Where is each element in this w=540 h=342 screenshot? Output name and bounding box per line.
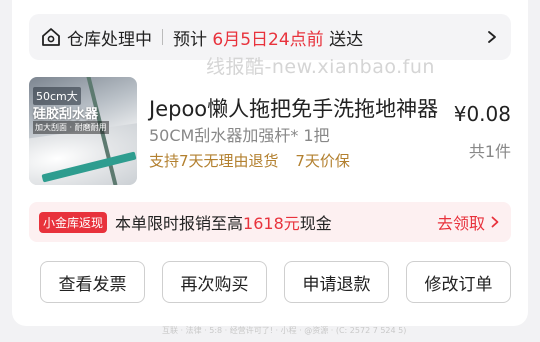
cashback-text-suffix: 现金	[299, 214, 332, 233]
delivery-eta: 预计 6月5日24点前 送达	[173, 25, 363, 50]
service-price-protection: 7天价保	[295, 152, 350, 170]
status-label: 仓库处理中	[67, 29, 152, 50]
product-price: ¥0.08	[453, 102, 511, 126]
chevron-right-icon	[491, 216, 499, 228]
service-return-policy: 支持7天无理由退货	[149, 152, 279, 170]
cashback-badge: 小金库返现	[39, 211, 108, 233]
product-image[interactable]: 50cm大 硅胶刮水器 加大刮面 · 耐磨耐用	[29, 77, 137, 185]
eta-suffix: 送达	[329, 29, 364, 50]
service-guarantees: 支持7天无理由退货 7天价保	[149, 150, 350, 171]
cashback-banner[interactable]: 小金库返现 本单限时报销至高1618元现金 去领取	[29, 202, 511, 242]
product-quantity: 共1件	[468, 142, 511, 161]
product-title[interactable]: Jepoo懒人拖把免手洗拖地神器	[149, 93, 438, 123]
request-refund-button[interactable]: 申请退款	[284, 261, 389, 303]
status-divider	[162, 29, 163, 45]
claim-label: 去领取	[436, 214, 485, 233]
view-invoice-button[interactable]: 查看发票	[40, 261, 145, 303]
cashback-amount: 1618元	[243, 214, 300, 233]
watermark: 线报酷-new.xianbao.fun	[206, 56, 435, 78]
modify-order-button[interactable]: 修改订单	[406, 261, 511, 303]
buy-again-button[interactable]: 再次购买	[162, 261, 267, 303]
chevron-right-icon	[488, 31, 496, 43]
cashback-text: 本单限时报销至高1618元现金	[115, 210, 332, 234]
product-image-tag: 加大刮面 · 耐磨耐用	[33, 121, 109, 134]
footer-note: 互联 · 法律 · 5:8 · 经营许可了! · 小程 · @资源 · (C: …	[162, 326, 407, 335]
cashback-text-prefix: 本单限时报销至高	[115, 214, 244, 233]
product-image-tag: 硅胶刮水器	[33, 107, 99, 122]
house-icon	[42, 28, 60, 46]
product-spec: 50CM刮水器加强杆* 1把	[149, 126, 330, 145]
claim-button[interactable]: 去领取	[437, 210, 501, 234]
eta-date: 6月5日24点前	[212, 29, 324, 50]
eta-prefix: 预计	[173, 29, 207, 50]
